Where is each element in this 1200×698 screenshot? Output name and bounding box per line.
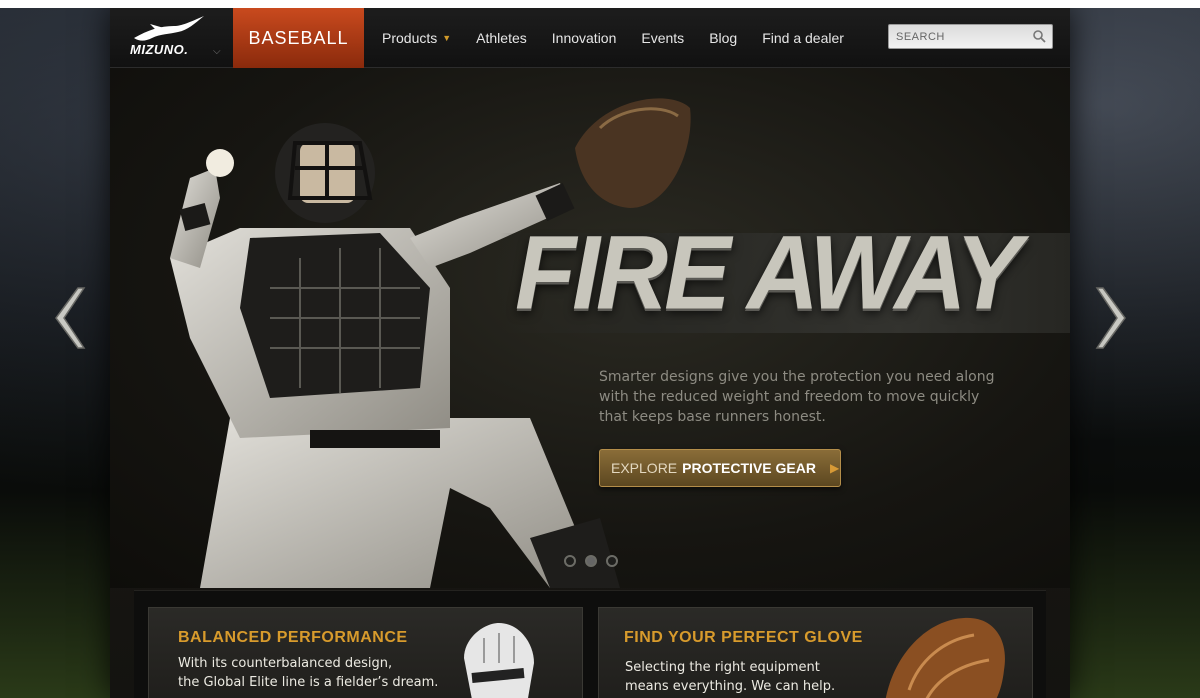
carousel-dot-3[interactable]: [606, 555, 618, 567]
carousel-next-button[interactable]: [1093, 286, 1133, 350]
explore-protective-gear-button[interactable]: EXPLORE PROTECTIVE GEAR ▶: [599, 449, 841, 487]
chevron-down-icon: ▼: [442, 33, 452, 43]
nav-events[interactable]: Events: [641, 30, 684, 46]
search-icon[interactable]: [1032, 29, 1046, 43]
search-box: [888, 24, 1053, 49]
play-triangle-icon: ▶: [829, 461, 840, 475]
hero-body-text: Smarter designs give you the protection …: [599, 369, 995, 425]
nav-products[interactable]: Products ▼: [382, 30, 451, 46]
carousel-prev-button[interactable]: [48, 286, 88, 350]
feature-strip: BALANCED PERFORMANCE With its counterbal…: [134, 590, 1046, 698]
site-header: MIZUNO. ⌵ BASEBALL Products ▼ Athletes I…: [110, 8, 1070, 68]
chevron-left-icon: [55, 287, 86, 349]
logo-wordmark: MIZUNO.: [130, 42, 189, 57]
hero-slide: FIRE AWAY Smarter designs give you the p…: [110, 68, 1070, 588]
chevron-down-icon[interactable]: ⌵: [213, 46, 221, 57]
feature-line-2: means everything. We can help.: [625, 679, 836, 694]
feature-card-balanced-performance[interactable]: BALANCED PERFORMANCE With its counterbal…: [148, 607, 583, 698]
nav-label: Products: [382, 30, 438, 46]
feature-title: FIND YOUR PERFECT GLOVE: [624, 629, 863, 646]
carousel-dot-1[interactable]: [564, 555, 576, 567]
nav-athletes[interactable]: Athletes: [476, 30, 527, 46]
feature-line-1: Selecting the right equipment: [625, 660, 820, 675]
feature-title: BALANCED PERFORMANCE: [178, 629, 408, 646]
nav-innovation[interactable]: Innovation: [552, 30, 617, 46]
feature-card-find-glove[interactable]: FIND YOUR PERFECT GLOVE Selecting the ri…: [598, 607, 1033, 698]
nav-find-dealer[interactable]: Find a dealer: [762, 30, 844, 46]
cta-emphasis: PROTECTIVE GEAR: [682, 460, 816, 476]
feature-description: Selecting the right equipment means ever…: [625, 658, 895, 696]
runbird-logo-icon: [134, 16, 204, 41]
cta-prefix: EXPLORE: [611, 460, 678, 476]
feature-line-1: With its counterbalanced design,: [178, 656, 393, 671]
carousel-dot-2[interactable]: [585, 555, 597, 567]
mizuno-logo[interactable]: MIZUNO. ⌵: [130, 16, 230, 60]
hero-headline: FIRE AWAY: [515, 214, 1022, 332]
batting-glove-image: [464, 623, 534, 698]
feature-line-2: the Global Elite line is a fielder’s dre…: [178, 675, 439, 690]
fielding-glove-image: [885, 617, 1005, 698]
nav-blog[interactable]: Blog: [709, 30, 737, 46]
feature-description: With its counterbalanced design, the Glo…: [178, 654, 448, 692]
content-column: MIZUNO. ⌵ BASEBALL Products ▼ Athletes I…: [110, 8, 1070, 698]
main-nav: Products ▼ Athletes Innovation Events Bl…: [382, 8, 869, 68]
search-input[interactable]: [889, 25, 1029, 48]
page-background: MIZUNO. ⌵ BASEBALL Products ▼ Athletes I…: [0, 8, 1200, 698]
chevron-right-icon: [1095, 287, 1126, 349]
carousel-pagination: [564, 555, 627, 567]
sport-tab-baseball[interactable]: BASEBALL: [233, 8, 364, 68]
catcher-photo: [170, 98, 691, 588]
